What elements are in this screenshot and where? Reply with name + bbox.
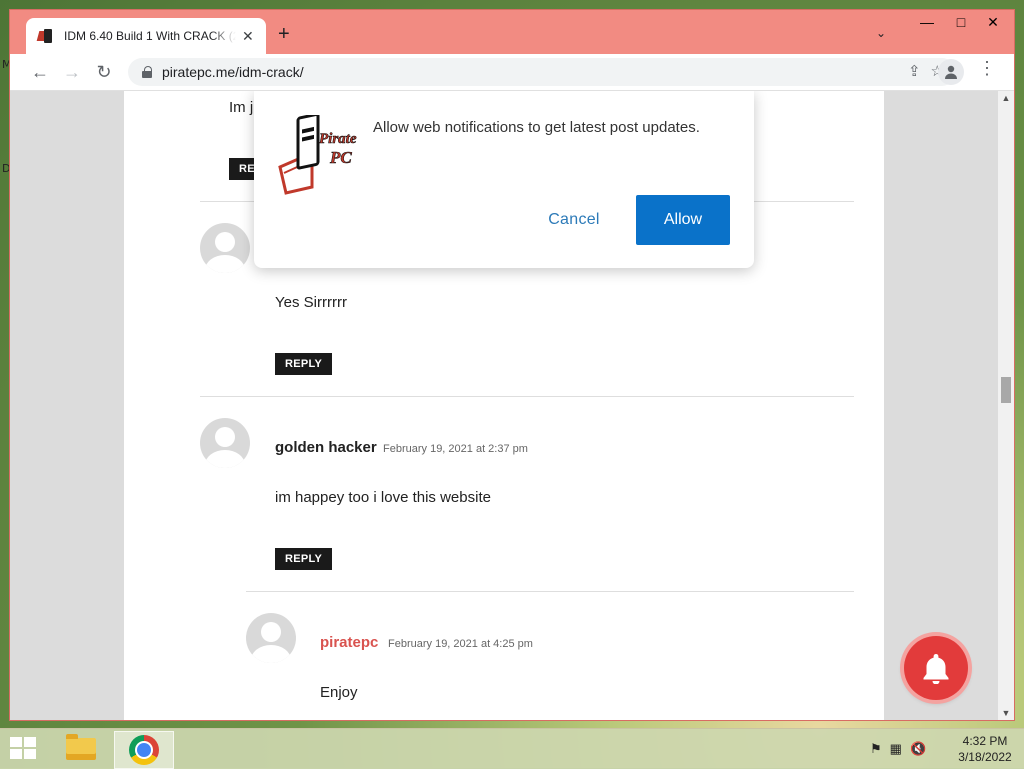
bell-icon <box>923 654 949 684</box>
cancel-button[interactable]: Cancel <box>530 195 618 245</box>
scroll-down-arrow-icon[interactable]: ▼ <box>998 708 1014 718</box>
minimize-button[interactable]: — <box>910 10 944 34</box>
comment-date[interactable]: February 19, 2021 at 4:25 pm <box>388 638 533 650</box>
notification-bell-button[interactable] <box>904 636 968 700</box>
scroll-up-arrow-icon[interactable]: ▲ <box>998 93 1014 103</box>
comment-text: Im j <box>229 99 254 116</box>
browser-tab[interactable]: IDM 6.40 Build 1 With CRACK (20 ✕ <box>26 18 266 54</box>
forward-arrow-icon[interactable]: → <box>58 58 86 86</box>
comment-author[interactable]: piratepc <box>320 634 378 651</box>
chrome-taskbar-icon[interactable] <box>114 731 174 769</box>
notification-permission-popup: Pirate PC Allow web notifications to get… <box>254 91 754 268</box>
comment-date[interactable]: February 19, 2021 at 2:37 pm <box>383 443 528 455</box>
taskbar: ⚑ ▦ 🔇 4:32 PM 3/18/2022 <box>0 728 1024 769</box>
clock-date: 3/18/2022 <box>958 750 1012 764</box>
back-arrow-icon[interactable]: ← <box>26 58 54 86</box>
avatar <box>246 613 296 663</box>
address-url[interactable]: piratepc.me/idm-crack/ <box>162 64 304 80</box>
close-window-button[interactable]: ✕ <box>976 10 1010 34</box>
volume-muted-icon[interactable]: 🔇 <box>910 741 926 757</box>
comment-text: Enjoy <box>320 684 358 701</box>
windows-start-icon[interactable] <box>10 737 38 761</box>
tab-title: IDM 6.40 Build 1 With CRACK (20 <box>64 29 236 43</box>
menu-kebab-icon[interactable]: ⋮ <box>978 58 996 79</box>
notification-message: Allow web notifications to get latest po… <box>373 119 700 136</box>
system-clock[interactable]: 4:32 PM 3/18/2022 <box>950 733 1020 765</box>
vertical-scrollbar[interactable]: ▲ ▼ <box>998 91 1014 720</box>
clock-time: 4:32 PM <box>962 734 1008 748</box>
file-explorer-icon[interactable] <box>52 731 110 767</box>
new-tab-button[interactable]: + <box>278 24 290 44</box>
comment-text: Yes Sirrrrrr <box>275 294 347 311</box>
lock-icon[interactable] <box>142 66 152 78</box>
avatar <box>200 418 250 468</box>
comment-divider <box>200 396 854 397</box>
avatar <box>200 223 250 273</box>
comment-divider <box>246 591 854 592</box>
network-icon[interactable]: ▦ <box>890 741 902 757</box>
reload-icon[interactable]: ↻ <box>90 58 118 86</box>
tab-search-chevron-icon[interactable]: ⌄ <box>876 26 886 40</box>
comment-text: im happey too i love this website <box>275 489 491 506</box>
tab-strip: IDM 6.40 Build 1 With CRACK (20 ✕ + ⌄ — … <box>10 10 1014 54</box>
browser-window: IDM 6.40 Build 1 With CRACK (20 ✕ + ⌄ — … <box>10 10 1014 720</box>
comment-author[interactable]: golden hacker <box>275 439 377 456</box>
maximize-button[interactable]: □ <box>944 10 978 34</box>
system-tray: ⚑ ▦ 🔇 <box>870 741 926 757</box>
profile-avatar-icon[interactable] <box>938 59 964 85</box>
tab-close-icon[interactable]: ✕ <box>242 28 254 45</box>
page-viewport: Im j RE Yes Sirrrrrr REPLY golden hacker… <box>10 91 1014 720</box>
browser-toolbar: ← → ↻ piratepc.me/idm-crack/ ⇪ ☆ ⋮ <box>10 54 1014 91</box>
site-favicon-icon <box>36 29 56 43</box>
address-bar[interactable]: piratepc.me/idm-crack/ ⇪ ☆ <box>128 58 956 86</box>
logo-text: PC <box>329 148 352 167</box>
flag-icon[interactable]: ⚑ <box>870 741 882 757</box>
reply-button[interactable]: REPLY <box>275 548 333 570</box>
allow-button[interactable]: Allow <box>636 195 730 245</box>
scrollbar-thumb[interactable] <box>1001 377 1011 403</box>
reply-button[interactable]: REPLY <box>275 353 333 375</box>
share-icon[interactable]: ⇪ <box>908 62 921 80</box>
logo-text: Pirate <box>319 131 357 147</box>
piratepc-logo: Pirate PC <box>278 115 357 195</box>
